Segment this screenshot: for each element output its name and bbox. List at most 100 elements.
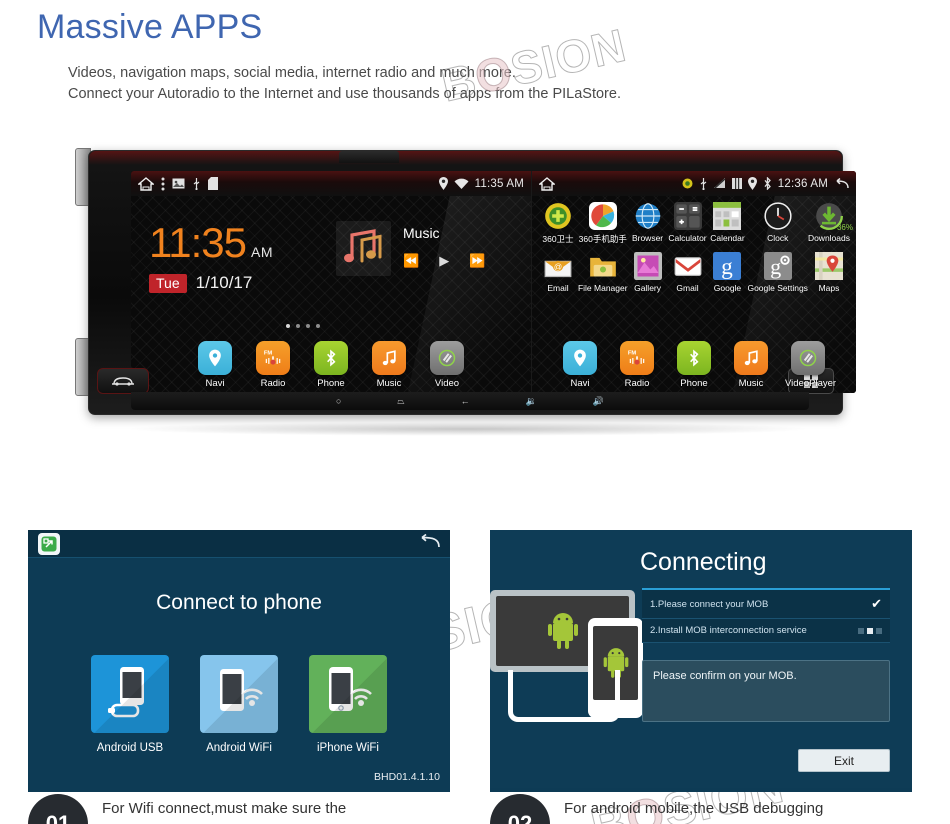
app-label: 360卫士 [542,234,574,244]
home-icon[interactable] [138,176,154,191]
app-icon-calculator[interactable]: Calculator [668,201,708,245]
music-controls[interactable]: ⏪ ▶ ⏩ [403,253,485,269]
email-envelope-icon[interactable]: @ [543,251,573,281]
app-icon-gallery[interactable]: Gallery [628,251,668,293]
bluetooth-icon[interactable] [677,341,711,375]
dock-item-video[interactable]: Video [424,341,470,389]
calculator-icon[interactable] [673,201,703,231]
dock-item-label: Radio [624,378,650,389]
connection-step-text: 2.Install MOB interconnection service [650,625,807,636]
app-label: Maps [818,283,840,293]
volume-down-icon[interactable]: 🔉 [526,396,537,407]
back-arrow-icon[interactable] [834,177,849,190]
home-icon[interactable] [539,176,555,191]
browser-globe-icon[interactable] [633,201,663,231]
fm-radio-icon[interactable]: FM [256,341,290,375]
dock-item-radio[interactable]: FM Radio [250,341,296,389]
app-icon-gmail[interactable]: Gmail [668,251,708,293]
music-widget[interactable]: Music ⏪ ▶ ⏩ [336,221,485,276]
video-disc-icon[interactable] [430,341,464,375]
maps-icon[interactable] [814,251,844,281]
calendar-icon[interactable] [712,201,742,231]
date-row: Tue 1/10/17 [149,273,273,293]
iphone-wifi-icon[interactable] [309,655,387,733]
volume-up-icon[interactable]: 🔊 [593,396,604,407]
dock-item-videoplayer[interactable]: VideoPlayer [785,341,836,389]
page-indicator-dots [286,324,320,328]
status-bar-clock: 11:35 AM [474,177,524,190]
gallery-icon[interactable] [633,251,663,281]
location-pin-icon[interactable] [198,341,232,375]
app-grid[interactable]: 360卫士 360手机助手 Browser Calculator Calendar Clo… [538,201,853,293]
back-icon[interactable]: ← [461,396,470,406]
clock-icon[interactable] [763,201,793,231]
music-note-icon[interactable] [734,341,768,375]
page-title: Massive APPS [37,8,263,46]
dock-left[interactable]: Navi FM Radio Phone Music Video [131,341,531,389]
app-icon-google[interactable]: g Google [707,251,747,293]
play-icon[interactable]: ▶ [439,253,449,269]
file-manager-icon[interactable] [588,251,618,281]
phone-usb-icon[interactable] [91,655,169,733]
dock-item-music[interactable]: Music [366,341,412,389]
hardware-button-bar[interactable]: ○ ⏢ ← 🔉 🔊 [131,392,809,410]
clock-widget[interactable]: 11:35 AM Tue 1/10/17 [149,222,273,293]
app-icon-google-settings[interactable]: g Google Settings [747,251,808,293]
connection-step: 1.Please connect your MOB ✔ [642,590,890,619]
connect-option-awifi[interactable]: Android WiFi [200,655,278,754]
exit-button[interactable]: Exit [798,749,890,772]
car-radio-device: MIC RST [63,140,863,436]
dock-item-navi[interactable]: Navi [557,341,603,389]
firmware-version: BHD01.4.1.10 [374,771,440,783]
power-icon[interactable]: ○ [336,396,341,406]
app-icon-download[interactable]: 36% Downloads [808,201,853,245]
dock-right[interactable]: Navi FM Radio Phone Music VideoPlayer [532,341,856,389]
dock-item-phone[interactable]: Phone [671,341,717,389]
fm-radio-icon[interactable]: FM [620,341,654,375]
download-icon[interactable]: 36% [814,201,853,232]
panel-title: Connecting [640,548,767,576]
bluetooth-icon[interactable] [314,341,348,375]
dock-item-navi[interactable]: Navi [192,341,238,389]
dock-item-music[interactable]: Music [728,341,774,389]
location-pin-icon[interactable] [563,341,597,375]
home-icon[interactable]: ⏢ [397,396,404,407]
dock-item-label: Phone [680,378,708,389]
screen-mirror-icon[interactable] [38,532,60,555]
phone-wifi-icon[interactable] [200,655,278,733]
dock-item-radio[interactable]: FM Radio [614,341,660,389]
subtitle-line-1: Videos, navigation maps, social media, i… [68,65,516,81]
google-icon[interactable]: g [712,251,742,281]
connect-option-iwifi[interactable]: iPhone WiFi [309,655,387,754]
dock-item-label: Music [738,378,764,389]
back-arrow-icon[interactable] [418,533,440,554]
page-subtitle: Videos, navigation maps, social media, i… [68,63,621,105]
app-label: Gallery [634,283,662,293]
page-dot [306,324,310,328]
app-drawer-screen[interactable]: 12:36 AM 360卫士 360手机助手 Browser Calculator Ca… [531,171,856,393]
app-icon-file-manager[interactable]: File Manager [578,251,628,293]
video-disc-icon[interactable] [791,341,825,375]
check-icon: ✔ [871,596,882,611]
app-icon-browser-globe[interactable]: Browser [628,201,668,245]
app-icon-clock[interactable]: Clock [747,201,807,245]
gmail-icon[interactable] [673,251,703,281]
app-icon-email-envelope[interactable]: @ Email [538,251,578,293]
music-note-icon[interactable] [372,341,406,375]
overflow-menu-icon[interactable] [161,177,165,191]
connect-option-usb[interactable]: Android USB [91,655,169,754]
360-guard-icon[interactable] [543,201,573,231]
app-icon-360-guard[interactable]: 360卫士 [538,201,578,245]
dock-item-phone[interactable]: Phone [308,341,354,389]
skip-previous-icon[interactable]: ⏪ [403,253,419,269]
360-assistant-icon[interactable] [588,201,618,231]
page-dot [296,324,300,328]
location-pin-icon [438,177,448,190]
app-icon-maps[interactable]: Maps [808,251,850,293]
app-icon-360-assistant[interactable]: 360手机助手 [578,201,628,245]
home-screen[interactable]: 11:35 AM 11:35 AM Tue 1/10/17 Music ⏪ ▶ … [131,171,531,393]
skip-next-icon[interactable]: ⏩ [469,253,485,269]
connect-options[interactable]: Android USB Android WiFi iPhone WiFi [28,655,450,754]
app-icon-calendar[interactable]: Calendar [707,201,747,245]
google-settings-icon[interactable]: g [763,251,793,281]
